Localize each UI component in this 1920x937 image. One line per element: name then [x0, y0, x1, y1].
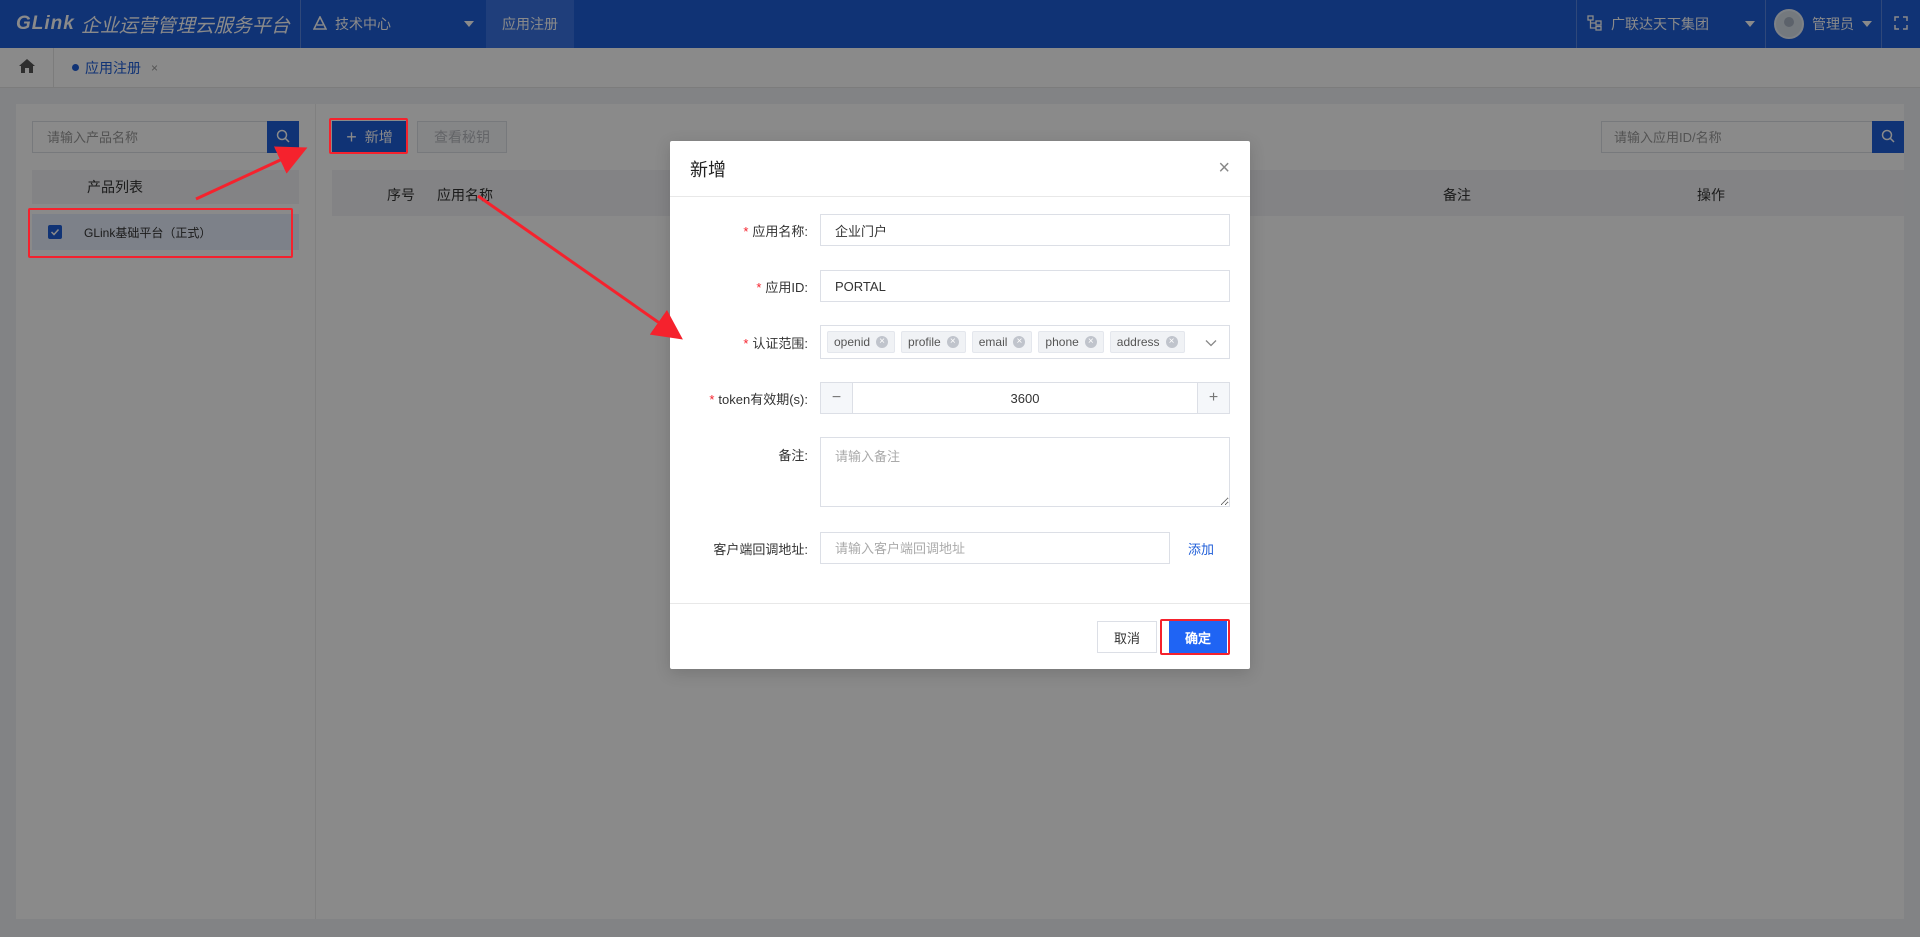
- app-id-label: * 应用ID:: [756, 279, 808, 295]
- field-token-ttl: * token有效期(s): − 3600 +: [670, 382, 1250, 414]
- annotation-box-add: [329, 118, 408, 154]
- cancel-button[interactable]: 取消: [1097, 621, 1157, 653]
- field-scope: * 认证范围: openid × profile × email × phone × ad…: [670, 325, 1250, 359]
- annotation-box-confirm: [1160, 619, 1230, 655]
- field-callback: 客户端回调地址: 添加: [670, 532, 1250, 564]
- token-ttl-label: * token有效期(s):: [709, 391, 808, 407]
- scope-tag-email: email ×: [971, 331, 1033, 353]
- field-app-name: * 应用名称:: [670, 214, 1250, 246]
- close-icon[interactable]: ×: [1218, 157, 1230, 180]
- remark-textarea[interactable]: [820, 437, 1230, 507]
- dialog-title: 新增: [690, 159, 726, 180]
- decrement-button[interactable]: −: [821, 383, 853, 413]
- token-ttl-stepper: − 3600 +: [820, 382, 1230, 414]
- remark-label: 备注:: [778, 448, 808, 463]
- tag-close-icon[interactable]: ×: [1013, 336, 1026, 348]
- add-callback-link[interactable]: 添加: [1188, 539, 1214, 558]
- dialog-header: 新增 ×: [670, 141, 1250, 197]
- chevron-down-icon: [1205, 334, 1217, 350]
- scope-tag-openid: openid ×: [827, 331, 896, 353]
- callback-input[interactable]: [820, 532, 1170, 564]
- scope-tag-address: address ×: [1109, 331, 1185, 353]
- tag-close-icon[interactable]: ×: [946, 336, 959, 348]
- app-id-input[interactable]: [820, 270, 1230, 302]
- required-mark: *: [709, 391, 715, 407]
- token-ttl-value[interactable]: 3600: [853, 383, 1197, 413]
- scope-tag-profile: profile ×: [901, 331, 966, 353]
- required-mark: *: [743, 335, 749, 351]
- required-mark: *: [743, 223, 749, 239]
- field-remark: 备注:: [670, 437, 1250, 507]
- required-mark: *: [756, 279, 762, 295]
- field-app-id: * 应用ID:: [670, 270, 1250, 302]
- tag-close-icon[interactable]: ×: [1084, 336, 1097, 348]
- tag-close-icon[interactable]: ×: [876, 336, 889, 348]
- annotation-box-product: [28, 208, 293, 258]
- tag-close-icon[interactable]: ×: [1165, 336, 1178, 348]
- scope-label: * 认证范围:: [743, 335, 808, 351]
- add-app-dialog: 新增 × *应用名称: *应用ID: *认证范围: openid× profil…: [670, 141, 1250, 669]
- app-name-label: * 应用名称:: [743, 223, 808, 239]
- scope-tag-phone: phone ×: [1038, 331, 1104, 353]
- app-name-input[interactable]: [820, 214, 1230, 246]
- increment-button[interactable]: +: [1197, 383, 1229, 413]
- callback-label: 客户端回调地址:: [713, 541, 808, 557]
- scope-select[interactable]: openid × profile × email × phone × address ×: [820, 325, 1230, 359]
